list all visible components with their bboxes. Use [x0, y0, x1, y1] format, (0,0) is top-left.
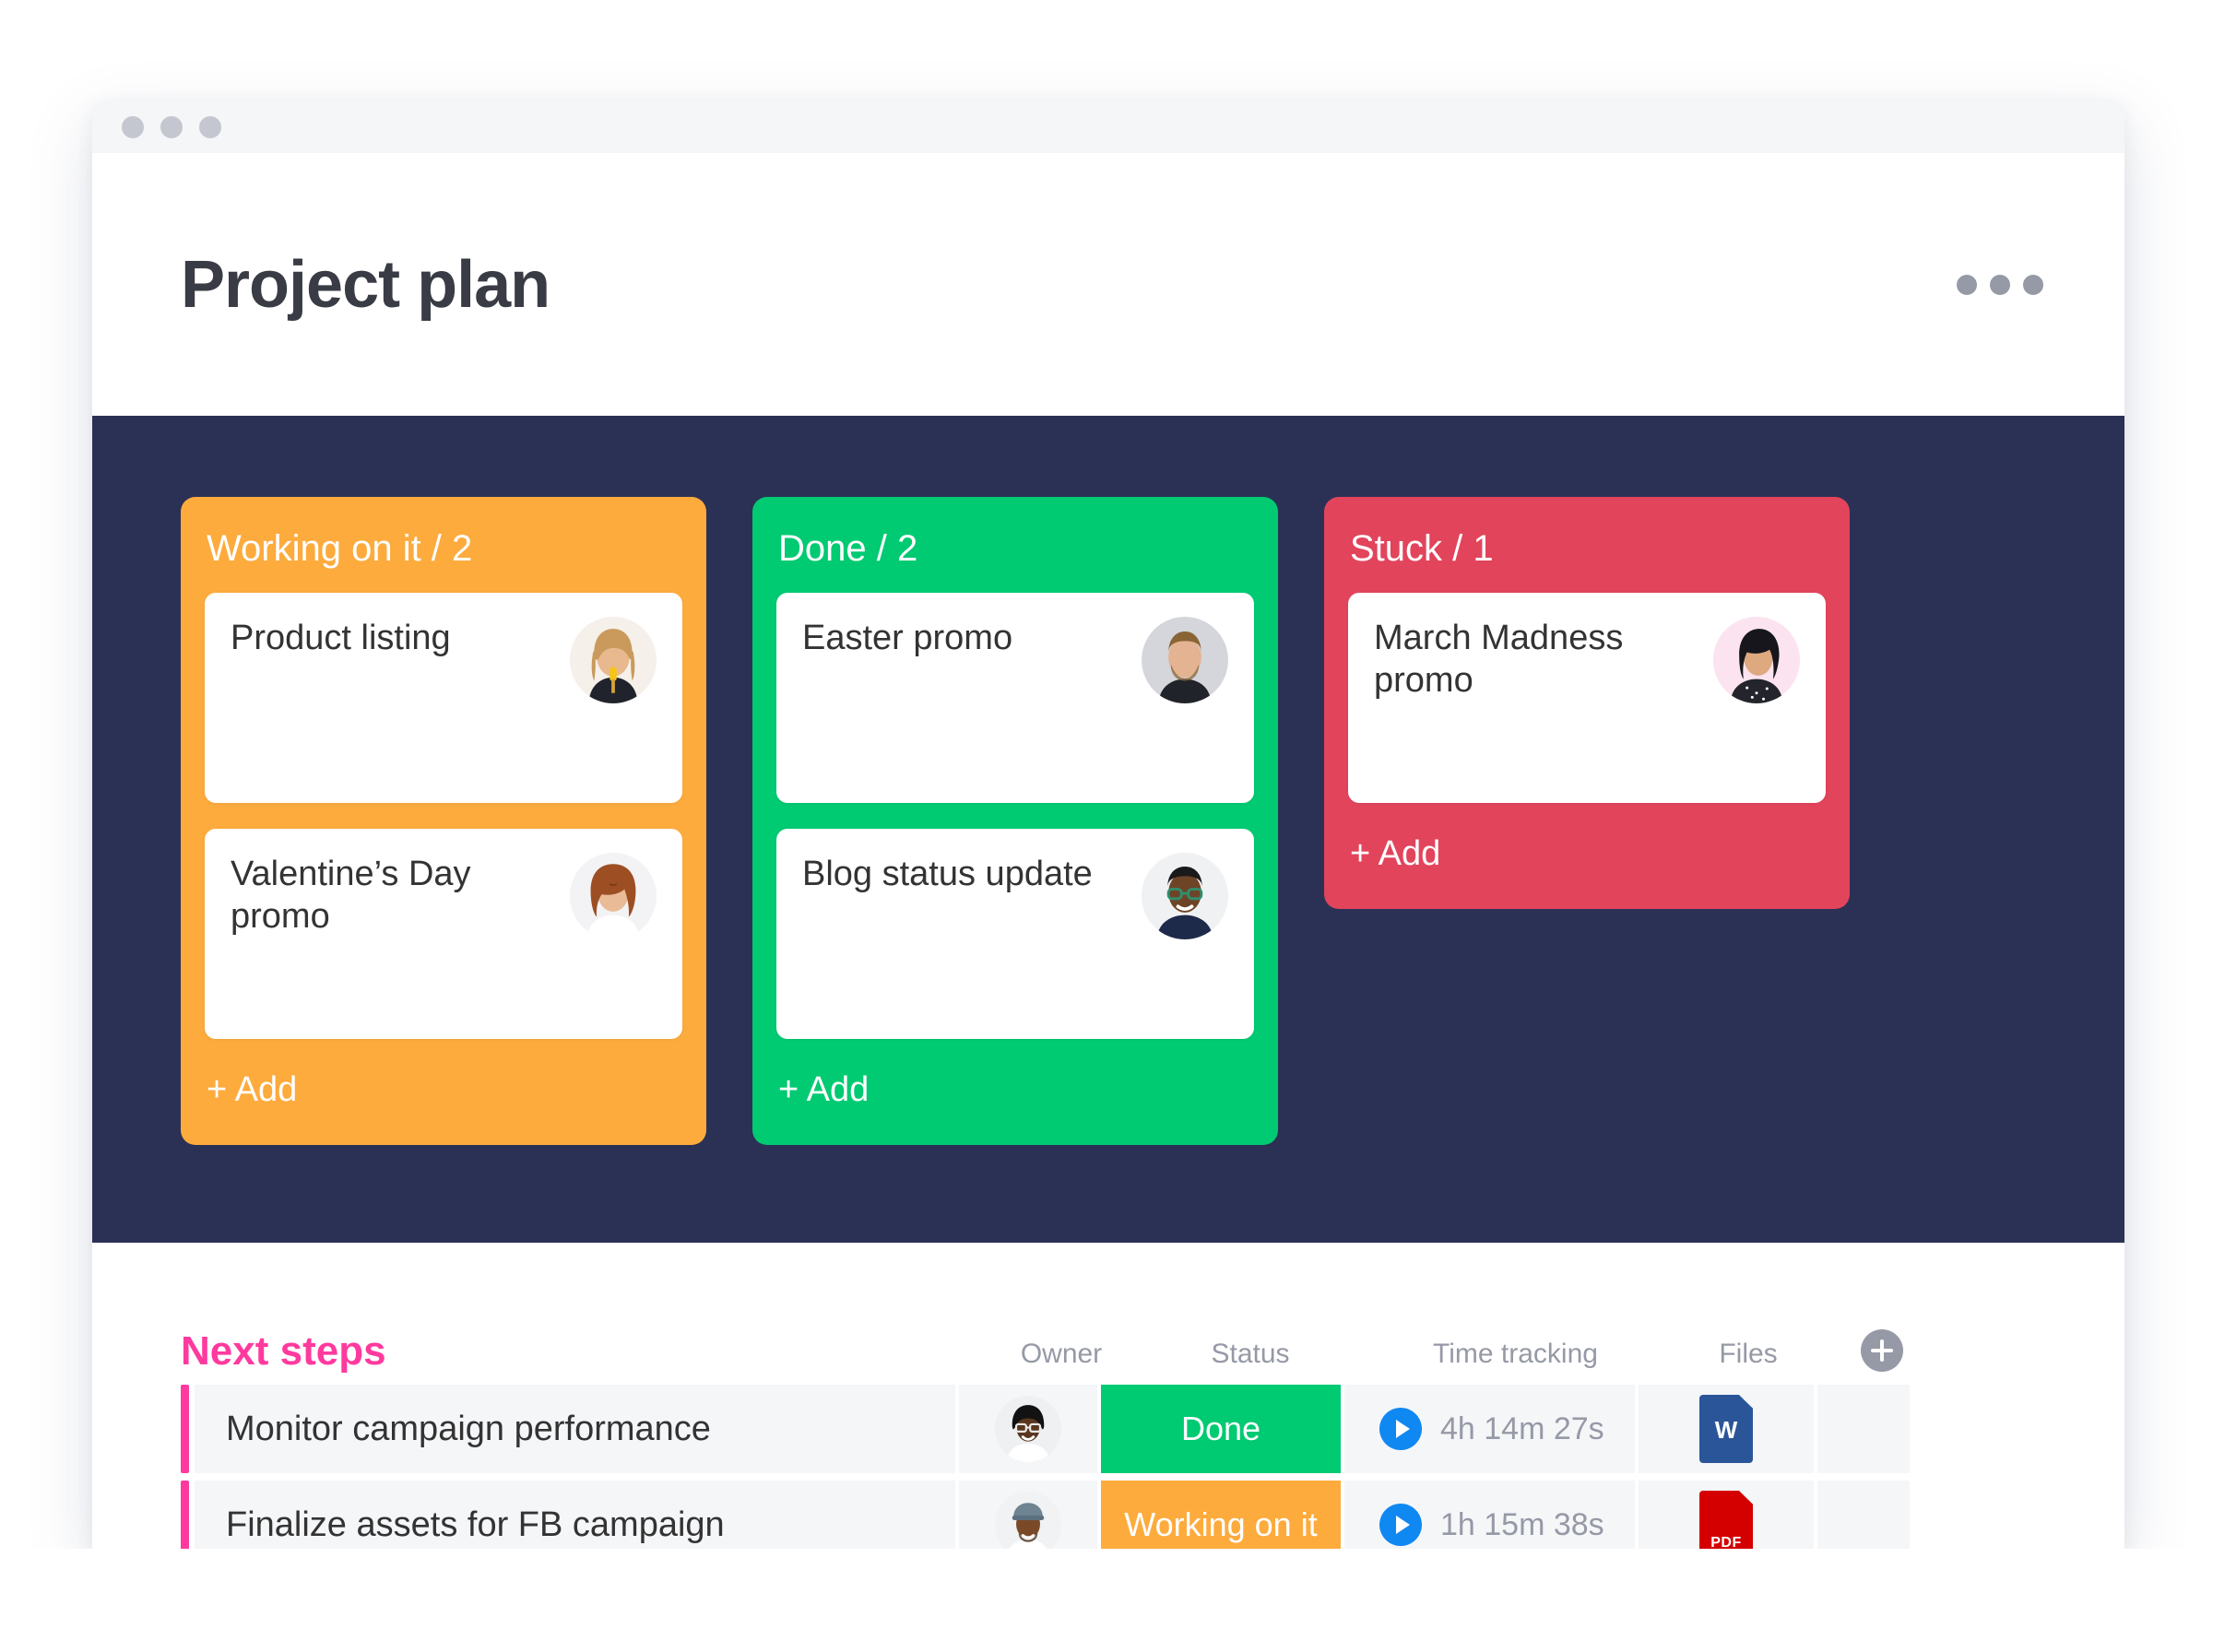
kanban-card-list: Product listing	[181, 593, 706, 1039]
window-titlebar	[92, 101, 2124, 153]
kanban-card[interactable]: Valentine’s Day promo	[205, 829, 682, 1039]
ellipsis-icon[interactable]	[1942, 260, 2058, 310]
play-icon[interactable]	[1379, 1408, 1422, 1450]
group-title: Next steps	[181, 1331, 992, 1372]
kanban-card-title: March Madness promo	[1374, 617, 1700, 702]
kanban-card-title: Product listing	[231, 617, 451, 659]
ellipsis-dot-3	[2023, 275, 2043, 295]
status-badge-label: Working on it	[1124, 1505, 1317, 1544]
row-extra-cell	[1817, 1385, 1910, 1473]
status-badge-label: Done	[1181, 1410, 1260, 1448]
row-status-cell[interactable]: Done	[1101, 1385, 1341, 1473]
row-status-cell[interactable]: Working on it	[1101, 1481, 1341, 1549]
table-body: Monitor campaign performance	[92, 1385, 2124, 1549]
row-color-accent	[181, 1385, 189, 1473]
table-row[interactable]: Monitor campaign performance	[181, 1385, 2036, 1473]
kanban-card[interactable]: March Madness promo	[1348, 593, 1826, 803]
column-header-owner: Owner	[992, 1340, 1130, 1372]
kanban-column-done: Done / 2 Easter promo B	[752, 497, 1278, 1145]
kanban-card-list: March Madness promo	[1324, 593, 1850, 803]
row-task-name: Finalize assets for FB campaign	[195, 1481, 955, 1549]
row-owner-cell[interactable]	[959, 1481, 1097, 1549]
row-files-cell[interactable]: PDF	[1639, 1481, 1814, 1549]
add-card-button[interactable]: + Add	[1324, 803, 1850, 909]
pdf-file-icon[interactable]: PDF	[1699, 1491, 1753, 1549]
kanban-card-title: Easter promo	[802, 617, 1012, 659]
window-dot-close[interactable]	[122, 116, 144, 138]
kanban-card[interactable]: Product listing	[205, 593, 682, 803]
row-color-accent	[181, 1481, 189, 1549]
kanban-card-title: Blog status update	[802, 853, 1093, 895]
add-column-cell	[1836, 1329, 1928, 1372]
ellipsis-dot-1	[1957, 275, 1977, 295]
ellipsis-dot-2	[1990, 275, 2010, 295]
row-time-tracking-cell[interactable]: 1h 15m 38s	[1344, 1481, 1635, 1549]
column-header-time-tracking: Time tracking	[1370, 1340, 1661, 1372]
next-steps-table: Next steps Owner Status Time tracking Fi…	[92, 1243, 2124, 1549]
file-label: W	[1715, 1416, 1738, 1445]
plus-circle-icon[interactable]	[1861, 1329, 1903, 1372]
row-time-tracking-cell[interactable]: 4h 14m 27s	[1344, 1385, 1635, 1473]
table-row[interactable]: Finalize assets for FB campaign	[181, 1481, 2036, 1549]
browser-window: Project plan Working on it / 2 Product l…	[92, 101, 2124, 1549]
column-header-label: Stuck / 1	[1324, 497, 1850, 593]
avatar-woman-blonde	[570, 617, 657, 703]
kanban-card[interactable]: Blog status update	[776, 829, 1254, 1039]
column-header-files: Files	[1661, 1340, 1836, 1372]
kanban-column-stuck: Stuck / 1 March Madness promo	[1324, 497, 1850, 909]
time-tracking-value: 1h 15m 38s	[1440, 1507, 1604, 1543]
avatar-woman-dark-hair	[1713, 617, 1800, 703]
avatar-man-cap	[995, 1492, 1061, 1549]
kanban-board: Working on it / 2 Product listing	[92, 416, 2124, 1243]
column-header-label: Done / 2	[752, 497, 1278, 593]
row-files-cell[interactable]: W	[1639, 1385, 1814, 1473]
kanban-card-title: Valentine’s Day promo	[231, 853, 557, 938]
window-dot-minimize[interactable]	[160, 116, 183, 138]
window-dot-maximize[interactable]	[199, 116, 221, 138]
avatar-woman-redhair	[570, 853, 657, 939]
row-task-name: Monitor campaign performance	[195, 1385, 955, 1473]
table-header-row: Next steps Owner Status Time tracking Fi…	[92, 1296, 2124, 1372]
avatar-woman-glasses	[995, 1396, 1061, 1462]
add-card-button[interactable]: + Add	[752, 1039, 1278, 1145]
kanban-column-working-on-it: Working on it / 2 Product listing	[181, 497, 706, 1145]
file-label: PDF	[1710, 1535, 1742, 1549]
word-file-icon[interactable]: W	[1699, 1395, 1753, 1463]
kanban-card[interactable]: Easter promo	[776, 593, 1254, 803]
page-bottom-fade	[0, 1549, 2213, 1652]
page-header: Project plan	[92, 153, 2124, 416]
row-owner-cell[interactable]	[959, 1385, 1097, 1473]
avatar-man-glasses	[1142, 853, 1228, 939]
page-title: Project plan	[181, 252, 550, 318]
time-tracking-value: 4h 14m 27s	[1440, 1411, 1604, 1447]
column-header-status: Status	[1130, 1340, 1370, 1372]
play-icon[interactable]	[1379, 1504, 1422, 1546]
kanban-card-list: Easter promo Blog status update	[752, 593, 1278, 1039]
row-extra-cell	[1817, 1481, 1910, 1549]
column-header-label: Working on it / 2	[181, 497, 706, 593]
add-card-button[interactable]: + Add	[181, 1039, 706, 1145]
avatar-man-beard	[1142, 617, 1228, 703]
